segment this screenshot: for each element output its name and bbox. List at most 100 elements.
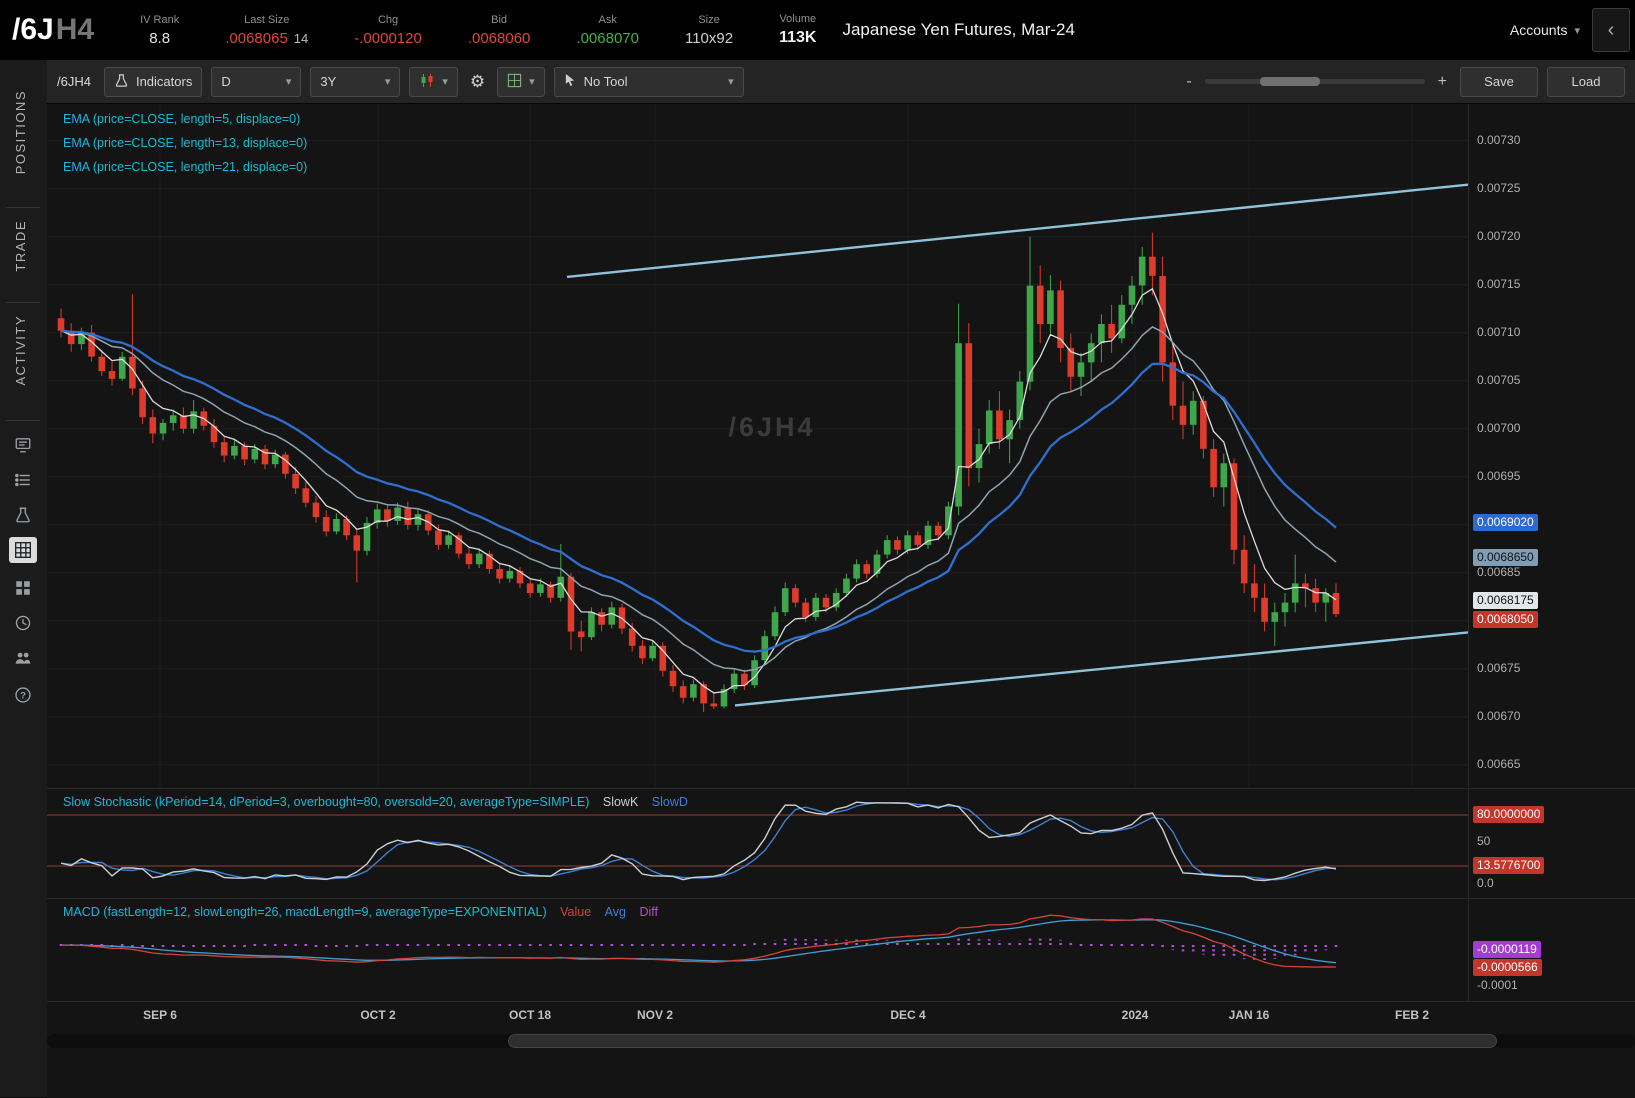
slowd-legend: SlowD [652, 795, 688, 809]
macd-diff-legend: Diff [639, 905, 658, 919]
price-tick-label: 0.00665 [1477, 757, 1520, 771]
macd-axis-item: -0.0001 [1477, 978, 1518, 992]
symbol[interactable]: /6J H4 [12, 13, 94, 47]
collapse-panel-button[interactable]: ‹ [1592, 8, 1630, 52]
ema5-label: EMA (price=CLOSE, length=5, displace=0) [63, 112, 307, 126]
time-axis-label: NOV 2 [637, 1008, 673, 1022]
stochastic-axis-item: 50 [1477, 834, 1490, 848]
chart-toolbar: /6JH4 Indicators D ▾ 3Y ▾ ▾ ⚙ ▾ [47, 60, 1635, 104]
range-dropdown[interactable]: 3Y ▾ [310, 67, 400, 97]
price-axis[interactable]: 0.00730 0.00725 0.00720 0.00715 0.00710 0.007… [1468, 104, 1635, 788]
price-tick-label: 0.00725 [1477, 181, 1520, 195]
stochastic-axis-item: 0.0 [1477, 876, 1494, 890]
charts-icon[interactable] [9, 537, 37, 563]
price-tick-label: 0.00710 [1477, 325, 1520, 339]
chevron-down-icon: ▾ [442, 75, 448, 88]
macd-label: MACD (fastLength=12, slowLength=26, macd… [63, 905, 658, 919]
zoom-out-button[interactable]: - [1182, 73, 1195, 91]
sidebar-tab-activity[interactable]: ACTIVITY [13, 315, 28, 386]
zoom-slider[interactable] [1205, 79, 1425, 84]
community-people-icon[interactable] [9, 645, 37, 671]
sidebar-tab-positions[interactable]: POSITIONS [13, 90, 28, 174]
macd-axis-item: -0.0000119 [1473, 941, 1541, 958]
price-chart-panel[interactable]: /6JH4 EMA (price=CLOSE, length=5, displa… [47, 104, 1635, 788]
order-list-icon[interactable] [9, 467, 37, 493]
macd-panel[interactable]: MACD (fastLength=12, slowLength=26, macd… [47, 899, 1635, 1001]
time-axis-label: DEC 4 [890, 1008, 925, 1022]
toolbar-symbol-label: /6JH4 [57, 74, 91, 89]
gear-icon: ⚙ [470, 72, 485, 92]
macd-value-legend: Value [560, 905, 591, 919]
price-tick-label: 0.00695 [1477, 469, 1520, 483]
candlestick-chart-icon [419, 73, 435, 91]
macd-axis-item: -0.0000566 [1473, 959, 1542, 976]
chart-scrollbar[interactable] [47, 1029, 1635, 1053]
time-axis-label: SEP 6 [143, 1008, 177, 1022]
chart-type-dropdown[interactable]: ▾ [409, 67, 458, 97]
chevron-down-icon: ▾ [385, 75, 391, 88]
slowk-legend: SlowK [603, 795, 638, 809]
chevron-left-icon: ‹ [1608, 19, 1615, 42]
quote-ask: Ask .0068070 [576, 14, 639, 47]
accounts-dropdown[interactable]: Accounts ▾ [1498, 22, 1592, 38]
watchlist-monitor-icon[interactable] [9, 432, 37, 458]
quote-size: Size 110x92 [685, 14, 733, 47]
symbol-root: /6J [12, 13, 54, 47]
time-axis-label: OCT 2 [360, 1008, 395, 1022]
price-badge: 0.0068650 [1473, 549, 1538, 566]
stochastic-panel[interactable]: Slow Stochastic (kPeriod=14, dPeriod=3, … [47, 789, 1635, 898]
svg-text:/6JH4: /6JH4 [728, 412, 815, 442]
analyze-flask-icon[interactable] [9, 502, 37, 528]
cursor-arrow-icon [564, 73, 577, 90]
bid-ask-size: 110x92 [685, 30, 733, 47]
drawing-tool-dropdown[interactable]: No Tool ▾ [554, 67, 744, 97]
quote-chg: Chg -.0000120 [354, 14, 422, 47]
time-axis-label: FEB 2 [1395, 1008, 1429, 1022]
stochastic-label: Slow Stochastic (kPeriod=14, dPeriod=3, … [63, 795, 688, 809]
time-axis-label: OCT 18 [509, 1008, 551, 1022]
price-tick-label: 0.00730 [1477, 133, 1520, 147]
price-tick-label: 0.00715 [1477, 277, 1520, 291]
study-labels: EMA (price=CLOSE, length=5, displace=0) … [63, 112, 307, 184]
zoom-in-button[interactable]: + [1434, 73, 1451, 91]
price-chart-plot[interactable]: /6JH4 [47, 104, 1468, 788]
app-root: /6J H4 IV Rank 8.8 Last Size .006806514 … [0, 0, 1635, 1097]
stochastic-axis-item: 13.5776700 [1473, 857, 1544, 874]
quote-volume: Volume 113K [779, 13, 816, 47]
timeframe-dropdown[interactable]: D ▾ [211, 67, 301, 97]
price-tick-label: 0.00670 [1477, 709, 1520, 723]
price-badge: 0.0069020 [1473, 514, 1538, 531]
help-icon[interactable]: ? [9, 682, 37, 708]
symbol-month: H4 [56, 13, 94, 47]
time-axis[interactable]: SEP 6 OCT 2 OCT 18 NOV 2 DEC 4 2024 JAN 16 FEB … [47, 1001, 1635, 1029]
bid-value: .0068060 [468, 30, 531, 47]
divider [6, 302, 40, 303]
time-axis-label: JAN 16 [1229, 1008, 1270, 1022]
divider [6, 207, 40, 208]
price-tick-label: 0.00675 [1477, 661, 1520, 675]
chart-settings-button[interactable]: ⚙ [467, 68, 488, 96]
chart-mode-dropdown[interactable]: ▾ [497, 67, 545, 97]
history-clock-icon[interactable] [9, 610, 37, 636]
load-button[interactable]: Load [1547, 67, 1625, 97]
macd-axis[interactable]: -0.0000119-0.0000566 -0.0001 [1468, 899, 1635, 1001]
sidebar-tab-trade[interactable]: TRADE [13, 220, 28, 272]
widgets-grid-icon[interactable] [9, 575, 37, 601]
chevron-down-icon: ▾ [529, 75, 535, 88]
macd-avg-legend: Avg [605, 905, 626, 919]
save-button[interactable]: Save [1460, 67, 1538, 97]
zoom-slider-thumb[interactable] [1260, 77, 1320, 86]
header: /6J H4 IV Rank 8.8 Last Size .006806514 … [0, 0, 1635, 60]
scrollbar-thumb[interactable] [508, 1034, 1497, 1048]
instrument-title: Japanese Yen Futures, Mar-24 [842, 20, 1074, 40]
grid-mode-icon [507, 73, 522, 91]
change-value: -.0000120 [354, 30, 422, 47]
left-sidebar: POSITIONS TRADE ACTIVITY ? [0, 60, 48, 1097]
price-tick-label: 0.00700 [1477, 421, 1520, 435]
time-axis-label: 2024 [1122, 1008, 1149, 1022]
price-tick-label: 0.00720 [1477, 229, 1520, 243]
stochastic-axis[interactable]: 80.00000005013.57767000.0 [1468, 789, 1635, 898]
price-tick-label: 0.00705 [1477, 373, 1520, 387]
last-price: .0068065 [225, 30, 288, 47]
indicators-button[interactable]: Indicators [104, 67, 202, 97]
